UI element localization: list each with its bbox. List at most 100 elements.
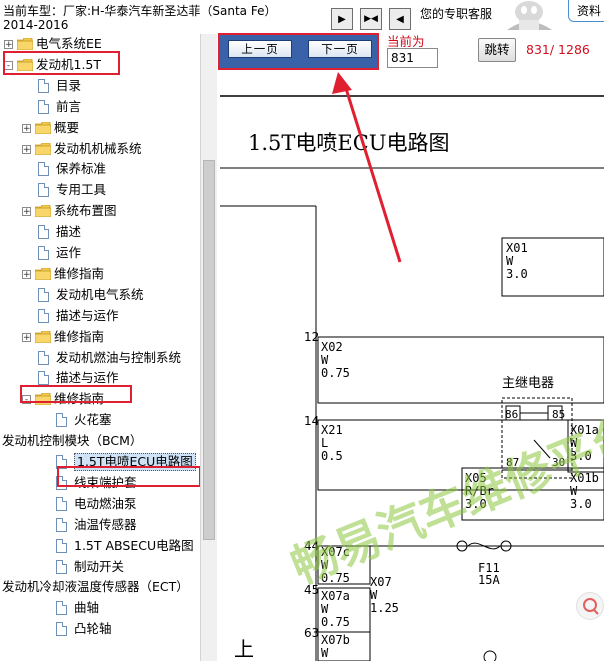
tree-item[interactable]: + 维修指南 xyxy=(0,327,200,347)
tree-item[interactable]: + 维修指南 xyxy=(0,264,200,284)
bottom-text: 上 xyxy=(234,637,254,661)
jump-button[interactable]: 跳转 xyxy=(478,38,516,62)
document-icon xyxy=(56,496,67,511)
tree-item-label: 曲轴 xyxy=(74,600,100,616)
tree-item-label: 描述 xyxy=(56,224,82,240)
circuit-diagram: 1.5T电喷ECU电路图 12 14 44 45 63 X01 W 3.0 X0… xyxy=(220,72,604,661)
zoom-button[interactable] xyxy=(576,592,604,620)
document-icon xyxy=(56,538,67,553)
expand-icon[interactable]: + xyxy=(22,144,31,154)
tree-item[interactable]: 前言 xyxy=(0,97,200,117)
last-page-button[interactable]: ◀ xyxy=(389,8,411,30)
tree-item[interactable]: 火花塞 xyxy=(0,410,200,430)
customer-service-label[interactable]: 您的专职客服 xyxy=(420,5,492,22)
folder-icon xyxy=(17,38,33,50)
tree-item-label: 前言 xyxy=(56,98,82,114)
tree-item-label: 描述与运作 xyxy=(56,307,119,323)
tree-item-label: 电动燃油泵 xyxy=(74,495,137,511)
tree-item[interactable]: 凸轮轴 xyxy=(0,619,200,639)
resource-button[interactable]: 资料 xyxy=(568,0,604,22)
expand-icon[interactable]: + xyxy=(22,332,31,342)
tree-item[interactable]: + 系统布置图 xyxy=(0,201,200,221)
document-icon xyxy=(38,246,49,260)
tree-item[interactable]: 发动机燃油与控制系统 xyxy=(0,348,200,368)
folder-icon xyxy=(35,267,51,280)
expand-icon[interactable]: + xyxy=(22,207,31,217)
document-icon xyxy=(56,622,67,637)
tree-item[interactable]: 发动机控制模块（BCM） xyxy=(0,431,200,451)
tree-item-label: 运作 xyxy=(56,245,82,260)
expand-icon[interactable]: + xyxy=(22,269,31,279)
tree-item[interactable]: 描述 xyxy=(0,222,200,242)
tree-item-label: 凸轮轴 xyxy=(74,621,112,637)
tree-item[interactable]: 油温传感器 xyxy=(0,515,200,535)
tree-item[interactable]: 发动机电气系统 xyxy=(0,285,200,305)
document-icon xyxy=(56,559,67,574)
fuse-rating: 15A xyxy=(478,573,500,587)
document-icon xyxy=(38,225,49,240)
tree-item-label: 目录 xyxy=(56,77,82,93)
connector-label: 0.75 xyxy=(321,615,350,629)
tree-item-label: 保养标准 xyxy=(56,161,107,177)
search-icon xyxy=(583,598,599,615)
row-number: 12 xyxy=(304,330,319,344)
tree-item-label: 系统布置图 xyxy=(54,203,117,219)
tree-item[interactable]: 专用工具 xyxy=(0,180,200,200)
tree-item-label: 概要 xyxy=(54,119,80,135)
document-icon xyxy=(56,413,67,428)
connector-label: W xyxy=(321,353,329,367)
expand-icon[interactable]: + xyxy=(22,123,31,133)
tree-item[interactable]: 制动开关 xyxy=(0,557,200,577)
tree-item-label: 发动机冷却液温度传感器（ECT） xyxy=(2,579,189,595)
tree-scrollbar[interactable] xyxy=(200,34,217,661)
arrow-right-icon: ▶ xyxy=(338,13,346,25)
connector-label: 3.0 xyxy=(506,267,528,281)
page-number-input[interactable] xyxy=(387,48,438,68)
connector-label: X07a xyxy=(321,589,350,603)
document-icon xyxy=(38,287,49,302)
folder-icon xyxy=(35,121,51,134)
document-viewer[interactable]: 1.5T电喷ECU电路图 12 14 44 45 63 X01 W 3.0 X0… xyxy=(220,72,604,661)
relay-pin: 86 xyxy=(505,408,518,421)
tree-item[interactable]: 发动机冷却液温度传感器（ECT） xyxy=(0,577,200,597)
connector-label: 3.0 xyxy=(570,497,592,511)
highlight-engine xyxy=(3,51,120,75)
tree-item-label: 制动开关 xyxy=(74,558,125,574)
document-icon xyxy=(38,350,49,365)
tree-item[interactable]: + 概要 xyxy=(0,118,200,138)
document-icon xyxy=(38,162,49,177)
tree-item[interactable]: 保养标准 xyxy=(0,159,200,179)
document-icon xyxy=(38,371,49,386)
first-page-button[interactable]: ▶ xyxy=(331,8,353,30)
connector-label: 1.25 xyxy=(370,601,399,615)
tree-item[interactable]: 运作 xyxy=(0,243,200,263)
page-count: 831/ 1286 xyxy=(526,42,590,57)
connector-label: W xyxy=(506,254,514,268)
connector-label: L xyxy=(321,436,328,450)
tree-item-label: 发动机燃油与控制系统 xyxy=(56,349,182,365)
tree-item[interactable]: 目录 xyxy=(0,76,200,96)
folder-icon xyxy=(35,330,51,343)
tree-item-label: 维修指南 xyxy=(54,265,105,281)
vehicle-info: 当前车型：厂家:H-华泰汽车新圣达菲（Santa Fe）2014-2016 xyxy=(3,4,271,32)
connector-label: 0.75 xyxy=(321,366,350,380)
expand-icon[interactable]: + xyxy=(4,40,13,50)
relay-pin: 85 xyxy=(552,408,565,421)
row-number: 14 xyxy=(304,414,319,428)
scrollbar-thumb[interactable] xyxy=(203,160,215,540)
document-icon xyxy=(56,601,67,616)
tree-item[interactable]: 1.5T ABSECU电路图 xyxy=(0,536,200,556)
document-icon xyxy=(38,78,49,93)
relay-label: 主继电器 xyxy=(502,376,554,391)
tree-item[interactable]: 曲轴 xyxy=(0,598,200,618)
tree-item[interactable]: 电动燃油泵 xyxy=(0,494,200,514)
connector-label: W xyxy=(321,646,329,660)
category-tree: + 电气系统EE - 发动机1.5T 目录 前言 + 概要 + 发动机机械系统 保养标准 专用工具 + 系… xyxy=(0,34,200,661)
folder-icon xyxy=(35,205,51,218)
tree-item[interactable]: 描述与运作 xyxy=(0,306,200,326)
tree-item-label: 发动机电气系统 xyxy=(56,286,144,302)
page-title: 1.5T电喷ECU电路图 xyxy=(248,131,450,155)
connector-label: X01 xyxy=(506,241,528,255)
tree-item[interactable]: + 发动机机械系统 xyxy=(0,139,200,159)
prev-next-button[interactable]: ▶◀ xyxy=(360,8,382,30)
